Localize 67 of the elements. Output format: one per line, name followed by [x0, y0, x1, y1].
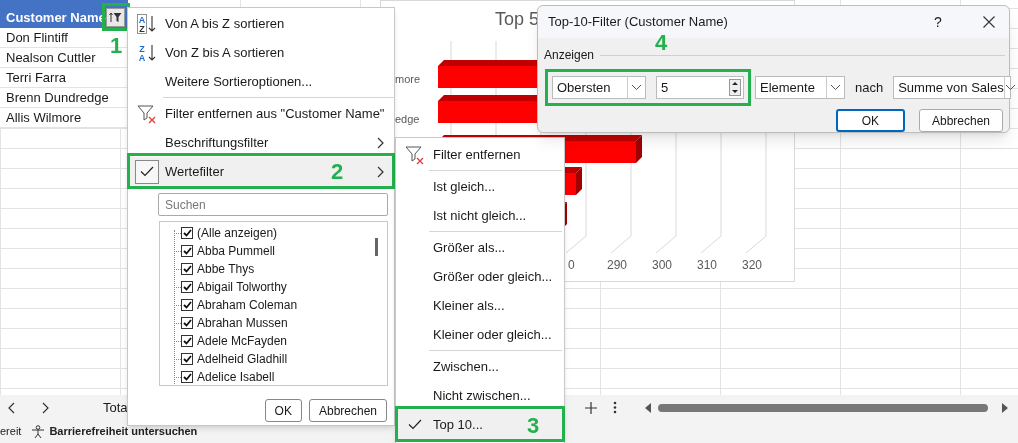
axis-label: 310 [697, 257, 718, 274]
status-text: ereit [0, 424, 22, 440]
table-cell: Allis Wilmore [0, 108, 128, 128]
checkbox[interactable] [181, 299, 193, 311]
axis-label: 320 [742, 257, 763, 274]
scroll-right-icon [41, 401, 49, 414]
chevron-right-icon [376, 136, 384, 149]
dropdown-field[interactable]: Summe von Sales [893, 76, 1012, 99]
checkbox[interactable] [181, 371, 193, 383]
group-label: Anzeigen [544, 47, 595, 64]
close-icon[interactable] [983, 16, 995, 28]
checkbox[interactable] [181, 227, 193, 239]
checkbox[interactable] [181, 353, 193, 365]
checkbox-item[interactable]: Abrahan Mussen [160, 314, 387, 332]
checkbox[interactable] [181, 263, 193, 275]
checkbox[interactable] [181, 335, 193, 347]
dialog-button[interactable]: Abbrechen [308, 399, 387, 422]
scrollbar-thumb[interactable] [375, 238, 378, 256]
sort-filter-icon [109, 12, 122, 23]
axis-label: more [395, 72, 421, 87]
dropdown-field[interactable]: Obersten [552, 76, 646, 99]
checkbox[interactable] [181, 317, 193, 329]
dialog-button[interactable]: OK [264, 399, 302, 422]
dropdown-field[interactable]: Elemente [755, 76, 845, 99]
add-sheet-icon[interactable] [584, 401, 597, 414]
dialog-button[interactable]: Abbrechen [918, 109, 1003, 132]
search-field[interactable]: Suchen [158, 193, 388, 216]
checkbox[interactable] [181, 245, 193, 257]
scroll-left-icon [8, 401, 16, 414]
dialog-button[interactable]: OK [835, 109, 905, 132]
clear-filter-icon [405, 144, 425, 165]
clear-filter-icon [137, 103, 157, 124]
checkbox-item[interactable]: Adelheid Gladhill [160, 350, 387, 368]
table-cell: Brenn Dundredge [0, 88, 128, 108]
checkbox-item[interactable]: Abbe Thys [160, 260, 387, 278]
checkbox[interactable] [181, 281, 193, 293]
dropdown-chevron-icon [631, 84, 642, 91]
checkbox-item[interactable]: Abraham Coleman [160, 296, 387, 314]
dropdown-chevron-icon [1004, 84, 1016, 91]
axis-label: 0 [568, 257, 575, 274]
checkbox-item[interactable]: (Alle anzeigen) [160, 224, 387, 242]
field-label: nach [855, 78, 884, 97]
more-options-icon[interactable] [612, 401, 617, 414]
accessibility-icon [31, 424, 46, 439]
annotation-number: 4 [655, 32, 668, 54]
table-cell: Terri Farra [0, 68, 128, 88]
filter-button[interactable] [106, 8, 125, 27]
checkbox-item[interactable]: Abigail Tolworthy [160, 278, 387, 296]
horizontal-scrollbar-thumb[interactable] [657, 403, 988, 412]
spinner-arrows-icon[interactable] [729, 79, 741, 96]
number-spinner[interactable]: 5 [656, 76, 744, 99]
scroll-right-icon[interactable] [1000, 402, 1008, 413]
chevron-right-icon [376, 165, 384, 178]
axis-label: edge [395, 112, 420, 127]
dialog-title: Top-10-Filter (Customer Name) [548, 13, 729, 32]
annotation-number: 2 [331, 161, 344, 183]
checkbox-item[interactable]: Adelice Isabell [160, 368, 387, 385]
dropdown-chevron-icon [830, 84, 841, 91]
sheet-tab[interactable]: Tota [103, 397, 128, 418]
annotation-number: 3 [527, 415, 540, 437]
checkbox-item[interactable]: Abba Pummell [160, 242, 387, 260]
axis-label: 300 [652, 257, 673, 274]
help-button[interactable]: ? [923, 11, 953, 33]
checkbox-item[interactable]: Adele McFayden [160, 332, 387, 350]
scroll-left-icon[interactable] [644, 402, 652, 413]
axis-label: 290 [607, 257, 628, 274]
status-text[interactable]: Barrierefreiheit untersuchen [49, 423, 198, 440]
